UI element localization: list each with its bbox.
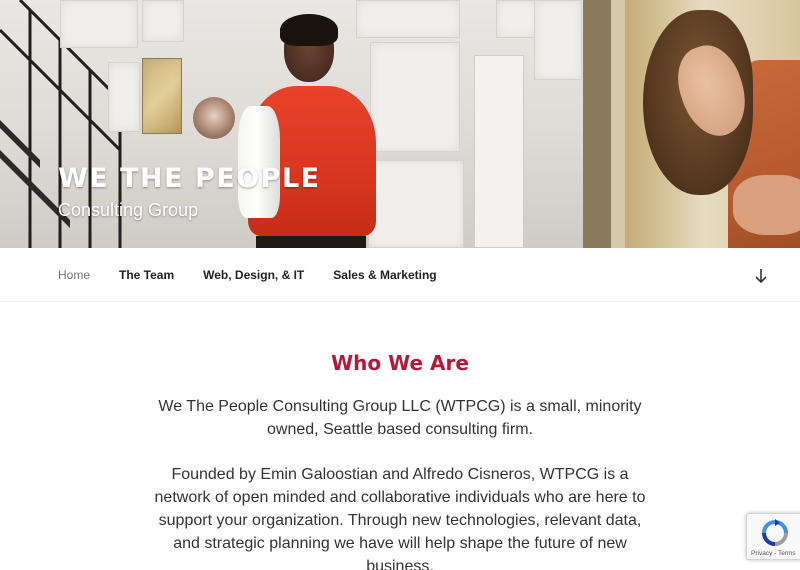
site-title[interactable]: WE THE PEOPLE <box>58 163 321 194</box>
nav-item-the-team[interactable]: The Team <box>119 268 174 282</box>
lion-sculpture <box>193 97 235 139</box>
nav-item-sales-marketing[interactable]: Sales & Marketing <box>333 268 436 282</box>
main-content: Who We Are We The People Consulting Grou… <box>0 303 800 570</box>
intro-paragraph: We The People Consulting Group LLC (WTPC… <box>158 398 642 438</box>
recaptcha-terms[interactable]: Privacy - Terms <box>751 550 796 557</box>
arrow-down-icon[interactable] <box>751 266 771 286</box>
nav-item-web-design-it[interactable]: Web, Design, & IT <box>203 268 304 282</box>
main-navigation: Home The Team Web, Design, & IT Sales & … <box>0 248 800 302</box>
recaptcha-icon <box>762 519 788 546</box>
section-heading: Who We Are <box>331 351 469 375</box>
site-header: WE THE PEOPLE Consulting Group <box>0 0 800 248</box>
person-with-statue <box>236 14 376 248</box>
site-tagline: Consulting Group <box>58 200 199 220</box>
nav-item-home[interactable]: Home <box>58 268 90 282</box>
header-image-right <box>583 0 800 248</box>
recaptcha-badge[interactable]: Privacy - Terms <box>746 513 800 560</box>
gold-relief-panel <box>142 58 182 134</box>
doorway <box>474 55 524 248</box>
founders-paragraph: Founded by Emin Galoostian and Alfredo C… <box>154 466 646 570</box>
